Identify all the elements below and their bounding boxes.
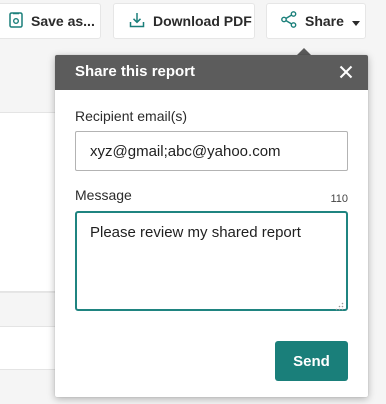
download-pdf-button[interactable]: Download PDF xyxy=(113,3,255,39)
caret-down-icon xyxy=(351,13,360,29)
report-toolbar: Save as... Download PDF Share xyxy=(0,0,386,62)
message-textarea[interactable]: Please review my shared report xyxy=(75,211,348,311)
message-char-count: 110 xyxy=(330,193,348,205)
recipient-emails-label: Recipient email(s) xyxy=(75,108,188,124)
resize-grip-icon[interactable] xyxy=(335,298,344,311)
recipient-emails-input[interactable] xyxy=(75,131,348,171)
share-dialog-title: Share this report xyxy=(75,63,196,80)
download-icon xyxy=(129,12,145,31)
report-panel xyxy=(0,112,60,292)
download-pdf-label: Download PDF xyxy=(153,13,252,29)
message-label: Message xyxy=(75,187,132,203)
share-button[interactable]: Share xyxy=(266,3,366,39)
save-as-label: Save as... xyxy=(31,13,95,29)
share-icon xyxy=(281,11,297,31)
divider xyxy=(0,292,60,293)
report-panel xyxy=(0,326,60,370)
share-dialog: Share this report Recipient email(s) Mes… xyxy=(55,55,368,397)
send-button[interactable]: Send xyxy=(275,341,348,381)
close-icon[interactable] xyxy=(338,64,354,80)
save-icon xyxy=(9,11,23,31)
popover-arrow xyxy=(297,48,311,55)
share-dialog-header: Share this report xyxy=(55,55,368,90)
page: Save as... Download PDF Share Share this… xyxy=(0,0,386,404)
share-label: Share xyxy=(305,13,344,29)
save-as-button[interactable]: Save as... xyxy=(0,3,101,39)
